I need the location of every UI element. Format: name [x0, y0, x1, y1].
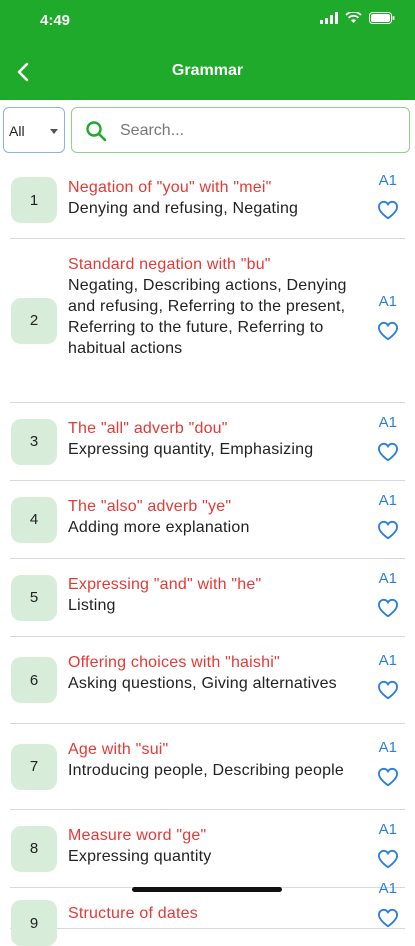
item-texts: The "all" adverb "dou" Expressing quantit… [68, 418, 363, 460]
item-title: The "also" adverb "ye" [68, 498, 232, 515]
item-title: Measure word "ge" [68, 827, 207, 844]
grammar-list-item[interactable]: 9 Structure of dates A1 [10, 880, 405, 946]
heart-icon[interactable] [377, 598, 399, 618]
grammar-list-item[interactable]: 8 Measure word "ge" Expressing quantity A1 [10, 810, 405, 888]
item-title: Expressing "and" with "he" [68, 576, 262, 593]
item-description: Introducing people, Describing people [68, 762, 345, 779]
item-title: The "all" adverb "dou" [68, 420, 228, 437]
filter-row: All [0, 106, 415, 158]
item-texts: Measure word "ge" Expressing quantity [68, 825, 363, 867]
heart-icon[interactable] [377, 849, 399, 869]
item-description: Negating, Describing actions, Denying an… [68, 277, 347, 357]
item-texts: Offering choices with "haishi" Asking que… [68, 652, 363, 694]
heart-icon[interactable] [377, 908, 399, 928]
search-input[interactable] [118, 118, 402, 144]
item-number-badge: 5 [11, 574, 57, 621]
grammar-list-item[interactable]: 5 Expressing "and" with "he" Listing A1 [10, 559, 405, 637]
grammar-list-item[interactable]: 6 Offering choices with "haishi" Asking qu… [10, 637, 405, 724]
item-title: Standard negation with "bu" [68, 256, 271, 273]
level-badge: A1 [378, 652, 397, 669]
item-title: Offering choices with "haishi" [68, 654, 280, 671]
item-description: Adding more explanation [68, 519, 250, 536]
grammar-list-item[interactable]: 7 Age with "sui" Introducing people, Descr… [10, 724, 405, 810]
level-badge: A1 [378, 738, 397, 756]
item-texts: Structure of dates [68, 903, 363, 924]
heart-icon[interactable] [377, 520, 399, 540]
grammar-list: 1 Negation of "you" with "mei" Denying and… [0, 162, 415, 946]
level-badge: A1 [378, 172, 397, 189]
item-texts: Standard negation with "bu" Negating, Des… [68, 254, 363, 359]
status-icons [320, 12, 395, 24]
app-bar: 4:49 Grammar [0, 0, 415, 100]
item-texts: Age with "sui" Introducing people, Descri… [68, 739, 363, 781]
battery-icon [369, 12, 395, 24]
heart-icon[interactable] [377, 321, 399, 341]
item-number-badge: 8 [11, 825, 57, 872]
grammar-list-item[interactable]: 3 The "all" adverb "dou" Expressing quanti… [10, 403, 405, 481]
heart-icon[interactable] [377, 767, 399, 787]
level-badge: A1 [378, 569, 397, 587]
page-title: Grammar [171, 62, 244, 79]
item-description: Asking questions, Giving alternatives [68, 675, 337, 692]
item-number-badge: 1 [11, 177, 57, 223]
item-description: Expressing quantity, Emphasizing [68, 441, 314, 458]
item-title: Age with "sui" [68, 741, 169, 758]
signal-icon [320, 12, 338, 24]
grammar-list-item[interactable]: 2 Standard negation with "bu" Negating, De… [10, 239, 405, 403]
grammar-list-item[interactable]: 1 Negation of "you" with "mei" Denying and… [10, 162, 405, 239]
heart-icon[interactable] [377, 680, 399, 700]
search-icon [86, 121, 107, 142]
item-description: Expressing quantity [68, 848, 212, 865]
item-number-badge: 9 [11, 900, 57, 946]
heart-icon[interactable] [377, 442, 399, 462]
heart-icon[interactable] [377, 200, 399, 220]
item-number-badge: 7 [11, 743, 57, 790]
chevron-down-icon [50, 129, 58, 134]
level-filter-select[interactable]: All [3, 107, 65, 153]
item-title: Structure of dates [68, 905, 198, 922]
item-number-badge: 2 [11, 297, 57, 344]
status-time: 4:49 [40, 12, 71, 29]
level-badge: A1 [378, 491, 397, 509]
item-texts: Expressing "and" with "he" Listing [68, 574, 363, 616]
wifi-icon [345, 12, 362, 23]
level-badge: A1 [378, 820, 397, 838]
item-title: Negation of "you" with "mei" [68, 179, 272, 196]
search-box[interactable] [71, 107, 410, 153]
item-number-badge: 3 [11, 418, 57, 465]
level-badge: A1 [378, 413, 397, 431]
level-badge: A1 [378, 292, 397, 310]
home-indicator [132, 887, 282, 892]
item-description: Listing [68, 597, 116, 614]
level-filter-value: All [9, 123, 25, 139]
item-number-badge: 4 [11, 496, 57, 543]
level-badge: A1 [378, 880, 397, 897]
grammar-list-item[interactable]: 4 The "also" adverb "ye" Adding more expla… [10, 481, 405, 559]
item-texts: Negation of "you" with "mei" Denying and … [68, 177, 363, 219]
item-texts: The "also" adverb "ye" Adding more explan… [68, 496, 363, 538]
item-description: Denying and refusing, Negating [68, 200, 299, 217]
item-number-badge: 6 [11, 657, 57, 703]
